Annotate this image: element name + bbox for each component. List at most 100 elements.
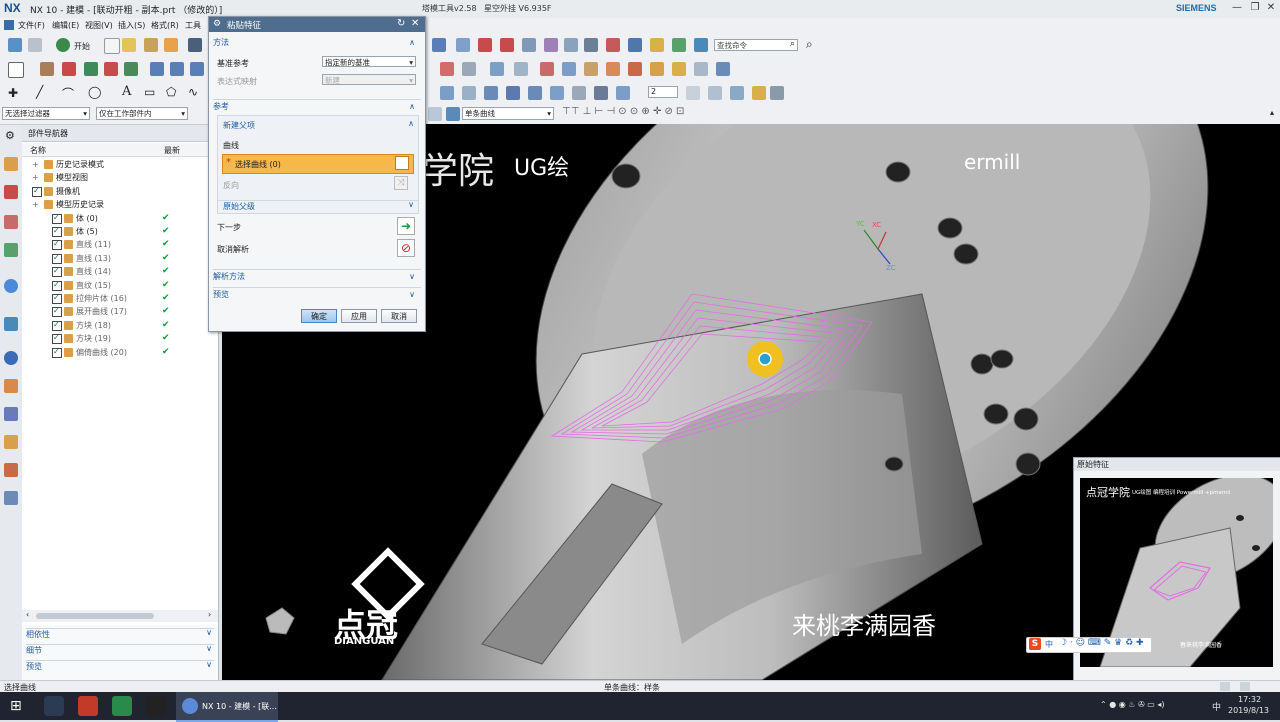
mold-tool-label[interactable]: 塔模工具v2.58 [422,3,477,14]
spline-icon[interactable]: ∿ [188,85,198,99]
type-filter-select[interactable]: 无选择过滤器 ▾ [2,107,90,120]
hole-icon[interactable] [104,62,118,76]
text-icon[interactable]: A [122,84,131,99]
column-name[interactable]: 名称 [30,145,46,156]
next-arrow-icon[interactable]: ➜ [397,217,415,235]
reset-icon[interactable]: ↻ [397,18,405,29]
node-checkbox[interactable] [52,278,62,291]
filter-icon-2[interactable] [446,107,460,121]
surface-icon-1[interactable] [440,62,454,76]
ime-tools-icon[interactable]: ☽ · ☺ ⌨ ✎ ♛ ♻ ✚ [1059,638,1144,648]
sync-icon-5[interactable] [528,86,542,100]
scope-select[interactable]: 仅在工作部件内 ▾ [96,107,188,120]
process-studio-icon[interactable] [4,407,18,421]
node-checkbox[interactable] [32,184,42,197]
snap-icons[interactable]: ⊤⊤ ⊥ ⊢ ⊣ ⊙ ⊙ ⊕ ✛ ⊘ ⊡ [562,106,684,117]
cancel-button[interactable]: 取消 [381,309,417,323]
tree-node[interactable]: 直线 (14) ✔ [22,264,218,278]
tray-date[interactable]: 2019/8/13 [1228,706,1269,715]
sketch-icon[interactable] [8,62,24,78]
toolbar-overflow-icon[interactable]: ▴ [1270,108,1274,117]
filter-icon-1[interactable] [428,107,442,121]
file-explorer-icon[interactable] [44,696,64,716]
node-checkbox[interactable] [52,264,62,278]
curve-icon[interactable] [522,38,536,52]
layer-settings-icon[interactable] [686,86,700,100]
method-group-header[interactable]: 方法 ∧ [213,36,421,49]
surface-icon-7[interactable] [584,62,598,76]
surface-icon-12[interactable] [694,62,708,76]
assembly-navigator-icon[interactable] [4,185,18,199]
tray-time[interactable]: 17:32 [1238,695,1261,704]
tree-node[interactable]: 展开曲线 (17) ✔ [22,304,218,318]
surface-icon-8[interactable] [606,62,620,76]
app-icon-green[interactable] [112,696,132,716]
part-icon[interactable] [8,38,22,52]
scroll-left-icon[interactable]: ‹ [26,610,29,619]
minimize-icon[interactable]: — [1230,2,1244,14]
dialog-close-icon[interactable]: ✕ [411,18,419,29]
menu-icon[interactable] [4,20,14,30]
dialog-title-bar[interactable]: ⚙ 粘贴特征 ↻ ✕ [209,17,425,32]
dimension-icon[interactable] [544,38,558,52]
unite-icon[interactable] [150,62,164,76]
node-checkbox[interactable] [52,237,62,251]
surface-icon-5[interactable] [540,62,554,76]
ime-toolbar[interactable]: S 中 ☽ · ☺ ⌨ ✎ ♛ ♻ ✚ [1026,637,1152,653]
flag-icon[interactable] [606,38,620,52]
boss-icon[interactable] [124,62,138,76]
node-checkbox[interactable] [52,291,62,304]
tree-node[interactable]: 方块 (19) ✔ [22,331,218,345]
datum-icon[interactable] [40,62,54,76]
palette-icon[interactable] [4,491,18,505]
node-checkbox[interactable] [52,345,62,358]
help-icon[interactable] [694,38,708,52]
sync-icon-7[interactable] [572,86,586,100]
restore-icon[interactable]: ❐ [1248,2,1262,14]
scrollbar-thumb[interactable] [36,613,154,619]
select-icon[interactable] [432,38,446,52]
search-icon[interactable]: ⌕ [790,39,795,49]
node-checkbox[interactable] [52,251,62,264]
tree-node[interactable]: 体 (5) ✔ [22,224,218,238]
sync-icon-6[interactable] [550,86,564,100]
node-checkbox[interactable] [52,331,62,345]
layer-category-icon[interactable] [752,86,766,100]
expand-icon[interactable]: + [32,158,39,171]
manufacturing-wizard-icon[interactable] [4,435,18,449]
sync-icon-1[interactable] [440,86,454,100]
sync-icon-3[interactable] [484,86,498,100]
web-browser-icon[interactable] [4,279,18,293]
selection-point[interactable] [758,352,772,366]
datum-ref-select[interactable]: 指定新的基准 ▾ [322,56,416,67]
circle-icon[interactable]: ◯ [88,85,101,99]
roles-icon[interactable] [4,463,18,477]
ok-button[interactable]: 确定 [301,309,337,323]
expand-icon[interactable]: + [32,171,39,184]
tree-node[interactable]: 直线 (11) ✔ [22,237,218,251]
open-icon[interactable] [122,38,136,52]
sync-icon-9[interactable] [616,86,630,100]
surface-icon-13[interactable] [716,62,730,76]
save-icon[interactable] [188,38,202,52]
reuse-library-icon[interactable] [4,243,18,257]
new-icon[interactable] [104,38,120,54]
window-icon[interactable] [28,38,42,52]
reverse-direction-icon[interactable]: ⤨ [394,176,408,190]
view-triad-cube[interactable] [265,607,295,635]
qq-icon[interactable] [146,696,166,716]
extrude-icon[interactable] [62,62,76,76]
browser-icon[interactable] [78,696,98,716]
horizontal-scrollbar[interactable]: ‹ › [22,610,218,622]
tool-icon[interactable] [584,38,598,52]
node-checkbox[interactable] [52,318,62,331]
part-navigator-icon[interactable] [4,157,18,171]
constraint-navigator-icon[interactable] [4,215,18,229]
tree-node[interactable]: + 历史记录模式 [22,158,218,171]
menu-file[interactable]: 文件(F) [18,20,45,31]
select-curve-row[interactable]: * 选择曲线 (0) [222,154,414,174]
surface-icon-6[interactable] [562,62,576,76]
tree-node[interactable]: 偏倚曲线 (20) ✔ [22,345,218,359]
status-icon-1[interactable] [1220,682,1230,691]
command-search-box[interactable]: 查找命令 ⌕ [714,39,798,51]
